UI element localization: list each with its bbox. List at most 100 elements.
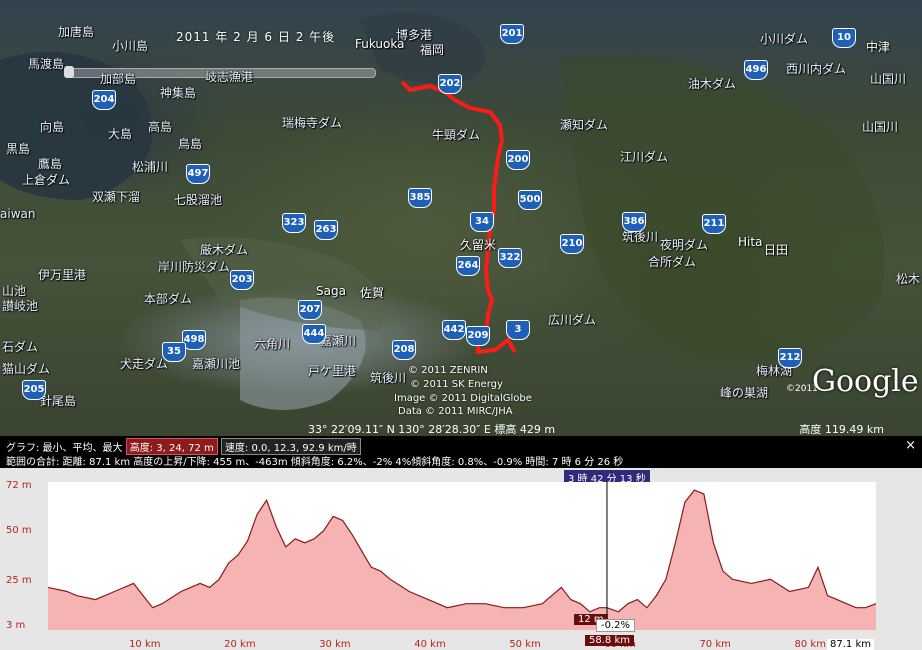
route-shield-icon: 34 xyxy=(470,212,494,232)
place-label[interactable]: 筑後川 xyxy=(370,369,406,386)
place-label[interactable]: 松木 xyxy=(896,270,920,287)
y-tick-label: 50 m xyxy=(6,524,32,536)
place-label[interactable]: 江川ダム xyxy=(620,148,668,165)
place-label[interactable]: 針尾島 xyxy=(40,392,76,409)
plot-area[interactable] xyxy=(47,482,877,630)
place-label[interactable]: 嘉瀬川池 xyxy=(192,355,240,372)
coordinates-readout: 33° 22′09.11″ N 130° 28′28.30″ E 標高 429 … xyxy=(308,423,556,436)
route-shield-icon: 385 xyxy=(408,188,432,208)
place-label[interactable]: 向島 xyxy=(40,118,64,135)
place-label[interactable]: 広川ダム xyxy=(548,311,596,328)
route-shield-icon: 205 xyxy=(22,380,46,400)
route-shield-icon: 444 xyxy=(302,324,326,344)
route-shield-icon: 203 xyxy=(230,270,254,290)
x-tick-label: 70 km xyxy=(699,639,731,650)
route-shield-icon: 202 xyxy=(438,74,462,94)
route-shield-icon: 201 xyxy=(500,24,524,44)
x-tick-label: 10 km xyxy=(129,639,161,650)
place-label[interactable]: 松浦川 xyxy=(132,158,168,175)
city-label[interactable]: 日田 xyxy=(764,241,788,258)
attribution-skenergy: © 2011 SK Energy xyxy=(410,379,503,390)
place-label[interactable]: 犬走ダム xyxy=(120,355,168,372)
place-label[interactable]: 鳥島 xyxy=(178,135,202,152)
route-shield-icon: 496 xyxy=(744,60,768,80)
place-label[interactable]: 加部島 xyxy=(100,70,136,87)
y-tick-label: 3 m xyxy=(6,620,26,631)
city-label[interactable]: Hita xyxy=(738,235,762,249)
place-label[interactable]: 双瀬下溜 xyxy=(92,188,140,205)
place-label[interactable]: 牛頸ダム xyxy=(432,126,480,143)
place-label[interactable]: 油木ダム xyxy=(688,75,736,92)
place-label[interactable]: 厳木ダム xyxy=(200,241,248,258)
elevation-svg xyxy=(47,482,877,630)
route-shield-icon: 208 xyxy=(392,340,416,360)
route-shield-icon: 210 xyxy=(560,234,584,254)
x-tick-label: 30 km xyxy=(319,639,351,650)
place-label[interactable]: 小川ダム xyxy=(760,30,808,47)
route-shield-icon: 207 xyxy=(298,300,322,320)
route-shield-icon: 10 xyxy=(832,28,856,48)
attribution-zenrin: © 2011 ZENRIN xyxy=(408,365,488,376)
place-label[interactable]: 岐志漁港 xyxy=(205,68,253,85)
place-label[interactable]: 西川内ダム xyxy=(786,60,846,77)
place-label[interactable]: 瑞梅寺ダム xyxy=(282,114,342,131)
place-label[interactable]: 山国川 xyxy=(862,118,898,135)
route-shield-icon: 3 xyxy=(506,320,530,340)
x-tick-label: 80 km xyxy=(794,639,826,650)
place-label[interactable]: aiwan xyxy=(0,207,35,221)
place-label[interactable]: 讃岐池 xyxy=(2,297,38,314)
place-label[interactable]: 大島 xyxy=(108,125,132,142)
cursor-distance-label: 58.8 km xyxy=(585,635,634,646)
route-shield-icon: 322 xyxy=(498,248,522,268)
place-label[interactable]: 本部ダム xyxy=(144,290,192,307)
place-label[interactable]: 瀬知ダム xyxy=(560,116,608,133)
total-distance-label: 87.1 km xyxy=(827,639,874,650)
place-label[interactable]: 鷹島 xyxy=(38,155,62,172)
eye-altitude: 高度 119.49 km xyxy=(799,423,884,436)
route-shield-icon: 264 xyxy=(456,256,480,276)
place-label[interactable]: 小川島 xyxy=(112,37,148,54)
place-label[interactable]: 七股溜池 xyxy=(174,191,222,208)
place-label[interactable]: 岸川防災ダム xyxy=(158,258,230,275)
place-label[interactable]: 合所ダム xyxy=(648,253,696,270)
place-label[interactable]: 石ダム xyxy=(2,338,38,355)
route-shield-icon: 263 xyxy=(314,220,338,240)
city-label[interactable]: 福岡 xyxy=(420,41,444,58)
place-label[interactable]: 黒島 xyxy=(6,140,30,157)
city-label[interactable]: 久留米 xyxy=(460,236,496,253)
city-label[interactable]: 佐賀 xyxy=(360,284,384,301)
place-label[interactable]: 峰の巣湖 xyxy=(720,384,768,401)
city-label[interactable]: 中津 xyxy=(866,38,890,55)
time-slider-thumb[interactable] xyxy=(64,66,74,78)
place-label[interactable]: 戸ケ里港 xyxy=(308,362,356,379)
status-bar: 33° 22′09.11″ N 130° 28′28.30″ E 標高 429 … xyxy=(0,421,922,436)
place-label[interactable]: 博多港 xyxy=(396,26,432,43)
place-label[interactable]: 伊万里港 xyxy=(38,266,86,283)
elevation-profile-panel: グラフ: 最小、平均、最大 高度: 3, 24, 72 m 速度: 0.0, 1… xyxy=(0,436,922,650)
google-logo: Google xyxy=(812,364,919,399)
place-label[interactable]: 馬渡島 xyxy=(28,55,64,72)
place-label[interactable]: 高島 xyxy=(148,118,172,135)
close-button[interactable]: × xyxy=(905,438,916,453)
route-shield-icon: 323 xyxy=(282,213,306,233)
map-view[interactable]: 2011 年 2 月 6 日 2 午後 Fukuoka 福岡 久留米 Saga 佐賀 Hi… xyxy=(0,0,922,436)
place-label[interactable]: 加唐島 xyxy=(58,23,94,40)
cursor-grade-label: -0.2% xyxy=(596,619,636,632)
place-label[interactable]: 神集島 xyxy=(160,84,196,101)
x-tick-label: 40 km xyxy=(414,639,446,650)
profile-info-bar: グラフ: 最小、平均、最大 高度: 3, 24, 72 m 速度: 0.0, 1… xyxy=(0,436,922,468)
place-label[interactable]: 六角川 xyxy=(254,335,290,352)
route-shield-icon: 204 xyxy=(92,90,116,110)
route-shield-icon: 442 xyxy=(442,320,466,340)
place-label[interactable]: 山国川 xyxy=(870,70,906,87)
summary-values: 距離: 87.1 km 高度の上昇/下降: 455 m、-463m 傾斜角度: … xyxy=(62,457,624,468)
summary-label: 範囲の合計: xyxy=(6,457,60,468)
x-tick-label: 50 km xyxy=(509,639,541,650)
city-label[interactable]: Saga xyxy=(316,284,346,298)
x-tick-label: 20 km xyxy=(224,639,256,650)
elevation-chart[interactable]: 3 時 42 分 13 秒 12 m 87.1 km 72 m 50 m 25 m3… xyxy=(0,468,922,650)
place-label[interactable]: 夜明ダム xyxy=(660,236,708,253)
y-tick-label: 25 m xyxy=(6,575,32,587)
place-label[interactable]: 上倉ダム xyxy=(22,171,70,188)
place-label[interactable]: 猫山ダム xyxy=(2,360,50,377)
